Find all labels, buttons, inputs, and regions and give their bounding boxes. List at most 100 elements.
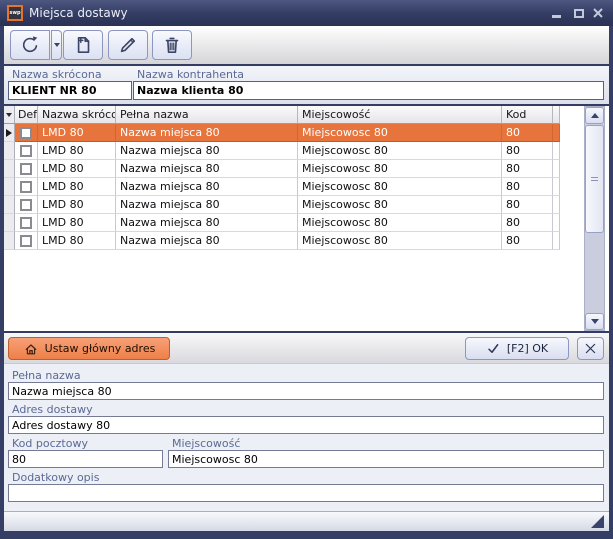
code-cell[interactable]: 80 [502,142,553,160]
column-header-short-name[interactable]: Nazwa skrócona [38,106,116,124]
toolbar [4,26,609,64]
city-cell[interactable]: Miejscowosc 80 [298,214,502,232]
def-cell[interactable] [15,142,38,160]
filler-cell [553,178,560,196]
current-row-arrow-icon [6,129,12,137]
table-row[interactable]: LMD 80Nazwa miejsca 80Miejscowosc 8080 [4,178,560,196]
def-checkbox[interactable] [20,127,32,139]
full-name-input[interactable] [8,382,604,400]
def-cell[interactable] [15,214,38,232]
ok-button[interactable]: [F2] OK [465,337,569,360]
city-cell[interactable]: Miejscowosc 80 [298,160,502,178]
short-name-input[interactable] [8,81,132,100]
table-row[interactable]: LMD 80Nazwa miejsca 80Miejscowosc 8080 [4,214,560,232]
def-checkbox[interactable] [20,163,32,175]
def-checkbox[interactable] [20,199,32,211]
def-checkbox[interactable] [20,217,32,229]
def-checkbox[interactable] [20,181,32,193]
contractor-input[interactable] [133,81,604,100]
full-name-cell[interactable]: Nazwa miejsca 80 [116,232,298,250]
def-checkbox[interactable] [20,145,32,157]
full-name-cell[interactable]: Nazwa miejsca 80 [116,214,298,232]
full-name-cell[interactable]: Nazwa miejsca 80 [116,160,298,178]
status-bar [4,511,609,531]
scrollbar-thumb[interactable] [585,125,604,233]
grid: Def Nazwa skrócona Pełna nazwa Miejscowo… [4,106,582,331]
scroll-up-button[interactable] [585,107,604,124]
minimize-icon [552,15,561,18]
address-input[interactable] [8,416,604,434]
postal-code-label: Kod pocztowy [12,437,88,450]
column-header-full-name[interactable]: Pełna nazwa [116,106,298,124]
city-cell[interactable]: Miejscowosc 80 [298,178,502,196]
column-header-indicator[interactable] [4,106,15,124]
thumb-grip [591,180,598,181]
table-row[interactable]: LMD 80Nazwa miejsca 80Miejscowosc 8080 [4,232,560,250]
short-name-cell[interactable]: LMD 80 [38,160,116,178]
city-cell[interactable]: Miejscowosc 80 [298,142,502,160]
column-header-city[interactable]: Miejscowość [298,106,502,124]
resize-grip[interactable] [591,515,604,528]
full-name-cell[interactable]: Nazwa miejsca 80 [116,124,298,142]
filler-cell [553,214,560,232]
scroll-down-button[interactable] [585,313,604,330]
short-name-cell[interactable]: LMD 80 [38,196,116,214]
table-row[interactable]: LMD 80Nazwa miejsca 80Miejscowosc 8080 [4,124,560,142]
code-cell[interactable]: 80 [502,196,553,214]
close-button[interactable] [589,5,606,21]
short-name-cell[interactable]: LMD 80 [38,142,116,160]
table-row[interactable]: LMD 80Nazwa miejsca 80Miejscowosc 8080 [4,142,560,160]
refresh-button[interactable] [10,30,50,60]
trash-icon [161,34,183,56]
code-cell[interactable]: 80 [502,178,553,196]
full-name-cell[interactable]: Nazwa miejsca 80 [116,142,298,160]
maximize-button[interactable] [570,5,587,21]
column-header-code[interactable]: Kod [502,106,553,124]
edit-button[interactable] [108,30,148,60]
window-content: Nazwa skrócona Nazwa kontrahenta Def Naz… [4,26,609,531]
row-indicator-cell [4,142,15,160]
set-main-address-button[interactable]: Ustaw główny adres [8,337,170,360]
def-cell[interactable] [15,196,38,214]
short-name-cell[interactable]: LMD 80 [38,232,116,250]
minimize-button[interactable] [548,5,565,21]
def-cell[interactable] [15,124,38,142]
code-cell[interactable]: 80 [502,124,553,142]
extra-description-input[interactable] [8,484,604,502]
full-name-cell[interactable]: Nazwa miejsca 80 [116,178,298,196]
short-name-cell[interactable]: LMD 80 [38,214,116,232]
filler-cell [553,124,560,142]
row-indicator-cell [4,124,15,142]
city-cell[interactable]: Miejscowosc 80 [298,124,502,142]
ok-button-label: [F2] OK [507,342,548,355]
app-icon[interactable]: swp [7,5,23,21]
delete-button[interactable] [152,30,192,60]
def-cell[interactable] [15,178,38,196]
close-panel-button[interactable] [577,337,604,360]
def-cell[interactable] [15,232,38,250]
code-cell[interactable]: 80 [502,214,553,232]
table-row[interactable]: LMD 80Nazwa miejsca 80Miejscowosc 8080 [4,160,560,178]
city-cell[interactable]: Miejscowosc 80 [298,196,502,214]
short-name-cell[interactable]: LMD 80 [38,124,116,142]
code-cell[interactable]: 80 [502,160,553,178]
new-button[interactable] [63,30,103,60]
city-input[interactable] [168,450,604,468]
arrow-up-icon [591,113,599,118]
column-header-def[interactable]: Def [15,106,38,124]
row-indicator-cell [4,214,15,232]
row-indicator-cell [4,232,15,250]
vertical-scrollbar[interactable] [584,106,605,331]
refresh-dropdown-button[interactable] [51,30,62,60]
postal-code-input[interactable] [8,450,163,468]
new-document-icon [72,34,94,56]
window-title: Miejsca dostawy [29,6,128,20]
city-cell[interactable]: Miejscowosc 80 [298,232,502,250]
code-cell[interactable]: 80 [502,232,553,250]
table-row[interactable]: LMD 80Nazwa miejsca 80Miejscowosc 8080 [4,196,560,214]
def-cell[interactable] [15,160,38,178]
def-checkbox[interactable] [20,235,32,247]
filter-panel: Nazwa skrócona Nazwa kontrahenta [4,66,609,104]
full-name-cell[interactable]: Nazwa miejsca 80 [116,196,298,214]
short-name-cell[interactable]: LMD 80 [38,178,116,196]
